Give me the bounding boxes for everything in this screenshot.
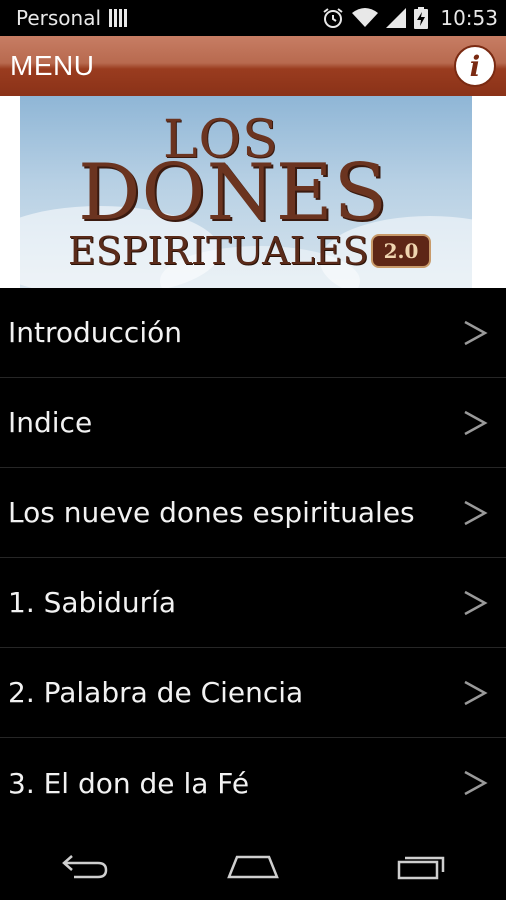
chevron-right-icon (464, 770, 488, 796)
banner-image: LOS DONES ESPIRITUALES 2.0 (20, 96, 472, 288)
version-badge-text: 2.0 (383, 239, 419, 263)
menu-list: Introducción Indice Los nueve dones espi… (0, 288, 506, 828)
carrier-name: Personal (16, 6, 102, 30)
banner-title-line2: DONES (78, 148, 389, 238)
chevron-right-icon (464, 590, 488, 615)
system-nav-bar (0, 832, 506, 900)
status-bar: Personal 10:53 (0, 0, 506, 36)
info-icon: i (469, 49, 481, 83)
list-item[interactable]: 2. Palabra de Ciencia (0, 648, 506, 738)
page-title: MENU (10, 50, 95, 81)
list-item-label: 3. El don de la Fé (8, 766, 250, 800)
home-icon (227, 855, 279, 879)
status-icons: 10:53 (322, 6, 498, 30)
list-item[interactable]: 1. Sabiduría (0, 558, 506, 648)
sim-icon (109, 9, 128, 27)
clock: 10:53 (440, 6, 498, 30)
app-header: MENU i (0, 36, 506, 96)
banner-title-line3: ESPIRITUALES (68, 229, 369, 273)
list-item-label: Indice (8, 406, 93, 439)
home-button[interactable] (213, 841, 293, 891)
chevron-right-icon (464, 680, 488, 705)
version-badge: 2.0 (371, 234, 431, 268)
carrier-info: Personal (16, 6, 128, 30)
chevron-right-icon (464, 410, 488, 435)
battery-charging-icon (414, 7, 429, 29)
back-icon (62, 855, 108, 879)
list-item[interactable]: Introducción (0, 288, 506, 378)
chevron-right-icon (464, 500, 488, 525)
list-item-label: 1. Sabiduría (8, 586, 177, 619)
list-item-label: Introducción (8, 316, 182, 349)
alarm-icon (323, 8, 343, 28)
back-button[interactable] (44, 841, 124, 891)
recent-apps-icon (397, 856, 444, 880)
list-item[interactable]: Los nueve dones espirituales (0, 468, 506, 558)
signal-icon (386, 8, 407, 28)
info-button[interactable]: i (454, 45, 496, 87)
recent-apps-button[interactable] (382, 841, 462, 891)
list-item-label: Los nueve dones espirituales (8, 496, 415, 529)
wifi-icon (352, 8, 379, 27)
list-item-label: 2. Palabra de Ciencia (8, 676, 304, 709)
list-item[interactable]: Indice (0, 378, 506, 468)
list-item[interactable]: 3. El don de la Fé (0, 738, 506, 828)
banner-container: LOS DONES ESPIRITUALES 2.0 (0, 96, 506, 288)
chevron-right-icon (464, 320, 488, 345)
